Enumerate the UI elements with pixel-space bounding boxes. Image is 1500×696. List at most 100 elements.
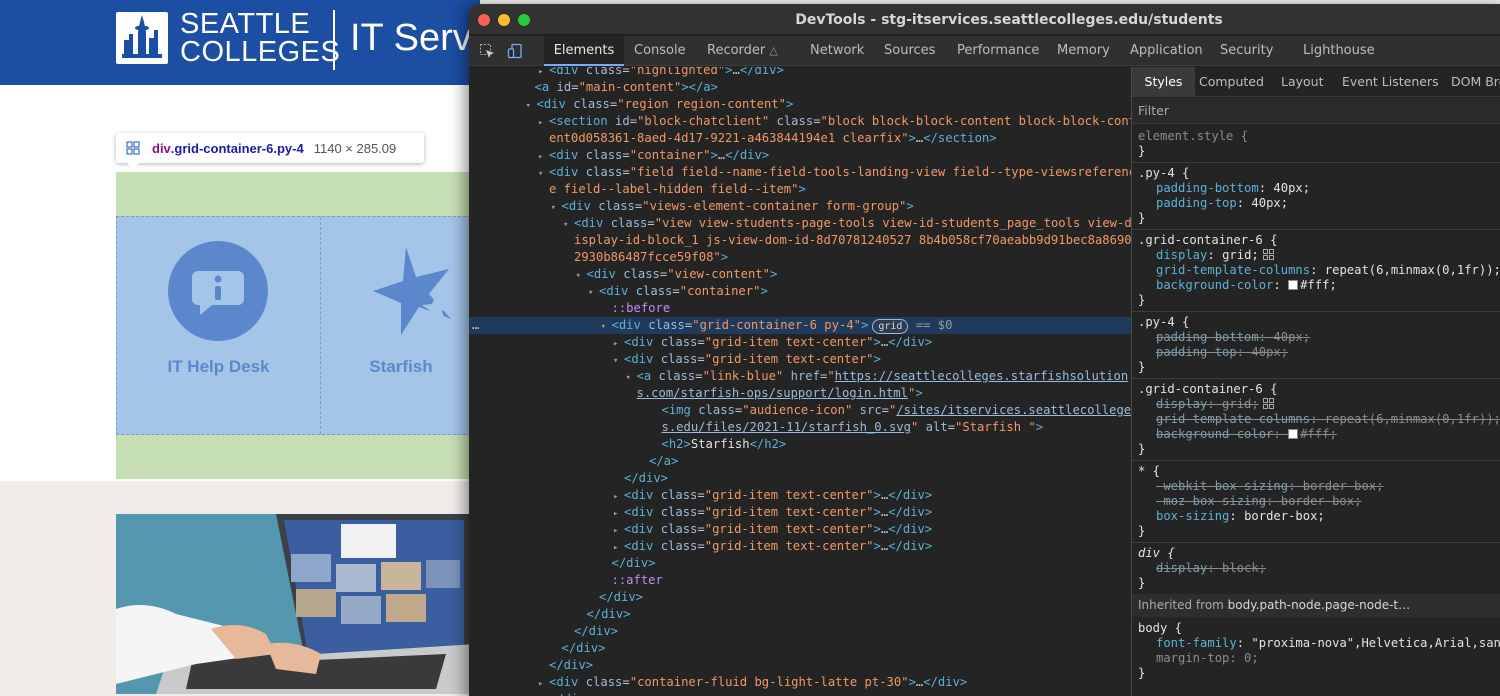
- tab-memory[interactable]: Memory: [1057, 36, 1110, 66]
- node-actions-icon[interactable]: …: [472, 317, 479, 334]
- logo-wordmark[interactable]: SEATTLE COLLEGES: [180, 8, 340, 67]
- dom-node-line[interactable]: <img class="audience-icon" src="/sites/i…: [469, 402, 1132, 419]
- dom-node-line[interactable]: <h2>Starfish</h2>: [469, 436, 1131, 453]
- css-rule-line[interactable]: div {: [1132, 546, 1500, 561]
- dom-node-line[interactable]: ▸ <div class="grid-item text-center">…</d…: [469, 487, 1131, 504]
- css-declaration[interactable]: display: block;: [1132, 561, 1500, 576]
- css-rule-line[interactable]: }: [1132, 360, 1500, 375]
- seattle-colleges-logo-icon[interactable]: [116, 12, 168, 64]
- grid-item-it-help-desk[interactable]: IT Help Desk: [117, 217, 321, 434]
- css-declaration[interactable]: box-sizing: border-box;: [1132, 509, 1500, 524]
- css-rule-line[interactable]: }: [1132, 576, 1500, 591]
- css-rule-line[interactable]: body {: [1132, 621, 1500, 636]
- tab-elements[interactable]: Elements: [544, 36, 624, 66]
- tab-network[interactable]: Network: [810, 36, 864, 66]
- css-declaration[interactable]: padding-bottom: 40px;: [1132, 330, 1500, 345]
- dom-node-line[interactable]: ▾ <div class="region region-content">: [469, 96, 1131, 113]
- css-declaration[interactable]: padding-top: 40px;: [1132, 345, 1500, 360]
- dom-node-line[interactable]: ▸ <div class="grid-item text-center">…</d…: [469, 504, 1131, 521]
- tab-security[interactable]: Security: [1220, 36, 1273, 66]
- styles-filter-input[interactable]: Filter: [1132, 98, 1500, 124]
- dom-node-line[interactable]: e field--label-hidden field--item">: [469, 181, 1131, 198]
- dom-node-line[interactable]: ▾ <a class="link-blue" href="https://seat…: [469, 368, 1131, 385]
- inherited-selector-link: body.path-node.page-node-t…: [1227, 598, 1411, 612]
- elements-dom-tree[interactable]: ▸ <div class="highlighted">…</div> <a id="…: [469, 67, 1131, 696]
- css-rule-line[interactable]: }: [1132, 442, 1500, 457]
- tab-sources[interactable]: Sources: [884, 36, 935, 66]
- subtab-dom-breakpoints[interactable]: DOM Bre: [1451, 67, 1500, 97]
- dom-node-line[interactable]: </div>: [469, 657, 1131, 674]
- device-toolbar-icon[interactable]: [507, 43, 523, 59]
- dom-node-line[interactable]: ▸ <div class="grid-item text-center">…</d…: [469, 538, 1131, 555]
- css-declaration[interactable]: -webkit-box-sizing: border-box;: [1132, 479, 1500, 494]
- rule-separator: [1132, 311, 1500, 312]
- dom-node-line[interactable]: ▸ <div class="grid-item text-center">…</d…: [469, 521, 1131, 538]
- dom-node-line[interactable]: ▸ <section id="block-chatclient" class="b…: [469, 113, 1131, 130]
- dom-node-line[interactable]: </div>: [469, 555, 1131, 572]
- dom-node-line[interactable]: s.com/starfish-ops/support/login.html">: [469, 385, 1131, 402]
- dom-node-line[interactable]: </div>: [469, 640, 1131, 657]
- css-declaration[interactable]: padding-top: 40px;: [1132, 196, 1500, 211]
- dom-node-line[interactable]: ::after: [469, 572, 1131, 589]
- css-rule-line[interactable]: * {: [1132, 464, 1500, 479]
- css-declaration[interactable]: padding-bottom: 40px;: [1132, 181, 1500, 196]
- css-rule-line[interactable]: }: [1132, 524, 1500, 539]
- dom-node-line[interactable]: ▸ <div class="highlighted">…</div>: [469, 67, 1131, 79]
- tab-application[interactable]: Application: [1130, 36, 1203, 66]
- dom-node-selected[interactable]: ▾ <div class="grid-container-6 py-4"> grid…: [469, 317, 1131, 334]
- header-divider: [333, 10, 335, 70]
- dom-node-line[interactable]: isplay-id-block_1 js-view-dom-id-8d70781…: [469, 232, 1131, 249]
- dom-node-line[interactable]: </a>: [469, 453, 1131, 470]
- subtab-event-listeners[interactable]: Event Listeners: [1342, 67, 1439, 97]
- css-rule-line[interactable]: .grid-container-6 {: [1132, 382, 1500, 397]
- dom-node-line[interactable]: ▾ <div class="field field--name-field-too…: [469, 164, 1131, 181]
- css-declaration[interactable]: display: grid;: [1132, 248, 1500, 263]
- css-declaration[interactable]: margin-top: 0;: [1132, 651, 1500, 666]
- tab-console[interactable]: Console: [634, 36, 686, 66]
- dom-node-line[interactable]: </div>: [469, 691, 1131, 696]
- dom-node-line[interactable]: ▸ <div class="container">…</div>: [469, 147, 1131, 164]
- dom-node-line[interactable]: ▾ <div class="views-element-container for…: [469, 198, 1131, 215]
- dom-node-line[interactable]: </div>: [469, 623, 1131, 640]
- grid-item-label[interactable]: IT Help Desk: [117, 357, 320, 377]
- dom-node-line[interactable]: ▾ <div class="view view-students-page-too…: [469, 215, 1131, 232]
- tab-performance[interactable]: Performance: [957, 36, 1039, 66]
- css-rule-line[interactable]: .py-4 {: [1132, 166, 1500, 181]
- subtab-layout[interactable]: Layout: [1281, 67, 1324, 97]
- dom-node-line[interactable]: 2930b86487fcce59f08">: [469, 249, 1131, 266]
- subtab-styles[interactable]: Styles: [1132, 67, 1195, 97]
- dom-node-line[interactable]: ▸ <div class="grid-item text-center">…</d…: [469, 334, 1131, 351]
- tab-recorder[interactable]: Recorder △: [707, 36, 778, 66]
- dom-node-line[interactable]: </div>: [469, 470, 1131, 487]
- css-rule-line[interactable]: element.style {: [1132, 129, 1500, 144]
- grid-item-starfish[interactable]: Starfish: [321, 217, 481, 434]
- css-rule-line[interactable]: }: [1132, 211, 1500, 226]
- css-declaration[interactable]: grid-template-columns: repeat(6,minmax(0…: [1132, 412, 1500, 427]
- inspect-element-icon[interactable]: [479, 43, 495, 59]
- dom-node-line[interactable]: </div>: [469, 589, 1131, 606]
- dom-node-line[interactable]: </div>: [469, 606, 1131, 623]
- css-declaration[interactable]: background-color: #fff;: [1132, 427, 1500, 442]
- css-declaration[interactable]: grid-template-columns: repeat(6,minmax(0…: [1132, 263, 1500, 278]
- dom-node-line[interactable]: ▾ <div class="container">: [469, 283, 1131, 300]
- grid-item-label[interactable]: Starfish: [321, 357, 481, 377]
- dom-node-line[interactable]: <a id="main-content"></a>: [469, 79, 1131, 96]
- dom-node-line[interactable]: ▾ <div class="view-content">: [469, 266, 1131, 283]
- css-declaration[interactable]: font-family: "proxima-nova",Helvetica,Ar…: [1132, 636, 1500, 651]
- dom-node-line[interactable]: ▾ <div class="grid-item text-center">: [469, 351, 1131, 368]
- subtab-computed[interactable]: Computed: [1199, 67, 1264, 97]
- css-rule-line[interactable]: }: [1132, 144, 1500, 159]
- css-rule-line[interactable]: }: [1132, 666, 1500, 681]
- dom-node-line[interactable]: ::before: [469, 300, 1131, 317]
- dom-node-line[interactable]: s.edu/files/2021-11/starfish_0.svg" alt=…: [469, 419, 1131, 436]
- css-declaration[interactable]: -moz-box-sizing: border-box;: [1132, 494, 1500, 509]
- css-rule-line[interactable]: }: [1132, 293, 1500, 308]
- css-declaration[interactable]: background-color: #fff;: [1132, 278, 1500, 293]
- css-declaration[interactable]: display: grid;: [1132, 397, 1500, 412]
- dom-node-line[interactable]: ent0d058361-8aed-4d17-9221-a463844194e1 …: [469, 130, 1131, 147]
- css-rule-line[interactable]: .py-4 {: [1132, 315, 1500, 330]
- dom-node-line[interactable]: ▸ <div class="container-fluid bg-light-la…: [469, 674, 1131, 691]
- logo-line-1: SEATTLE: [180, 8, 311, 40]
- css-rule-line[interactable]: .grid-container-6 {: [1132, 233, 1500, 248]
- tab-lighthouse[interactable]: Lighthouse: [1303, 36, 1375, 66]
